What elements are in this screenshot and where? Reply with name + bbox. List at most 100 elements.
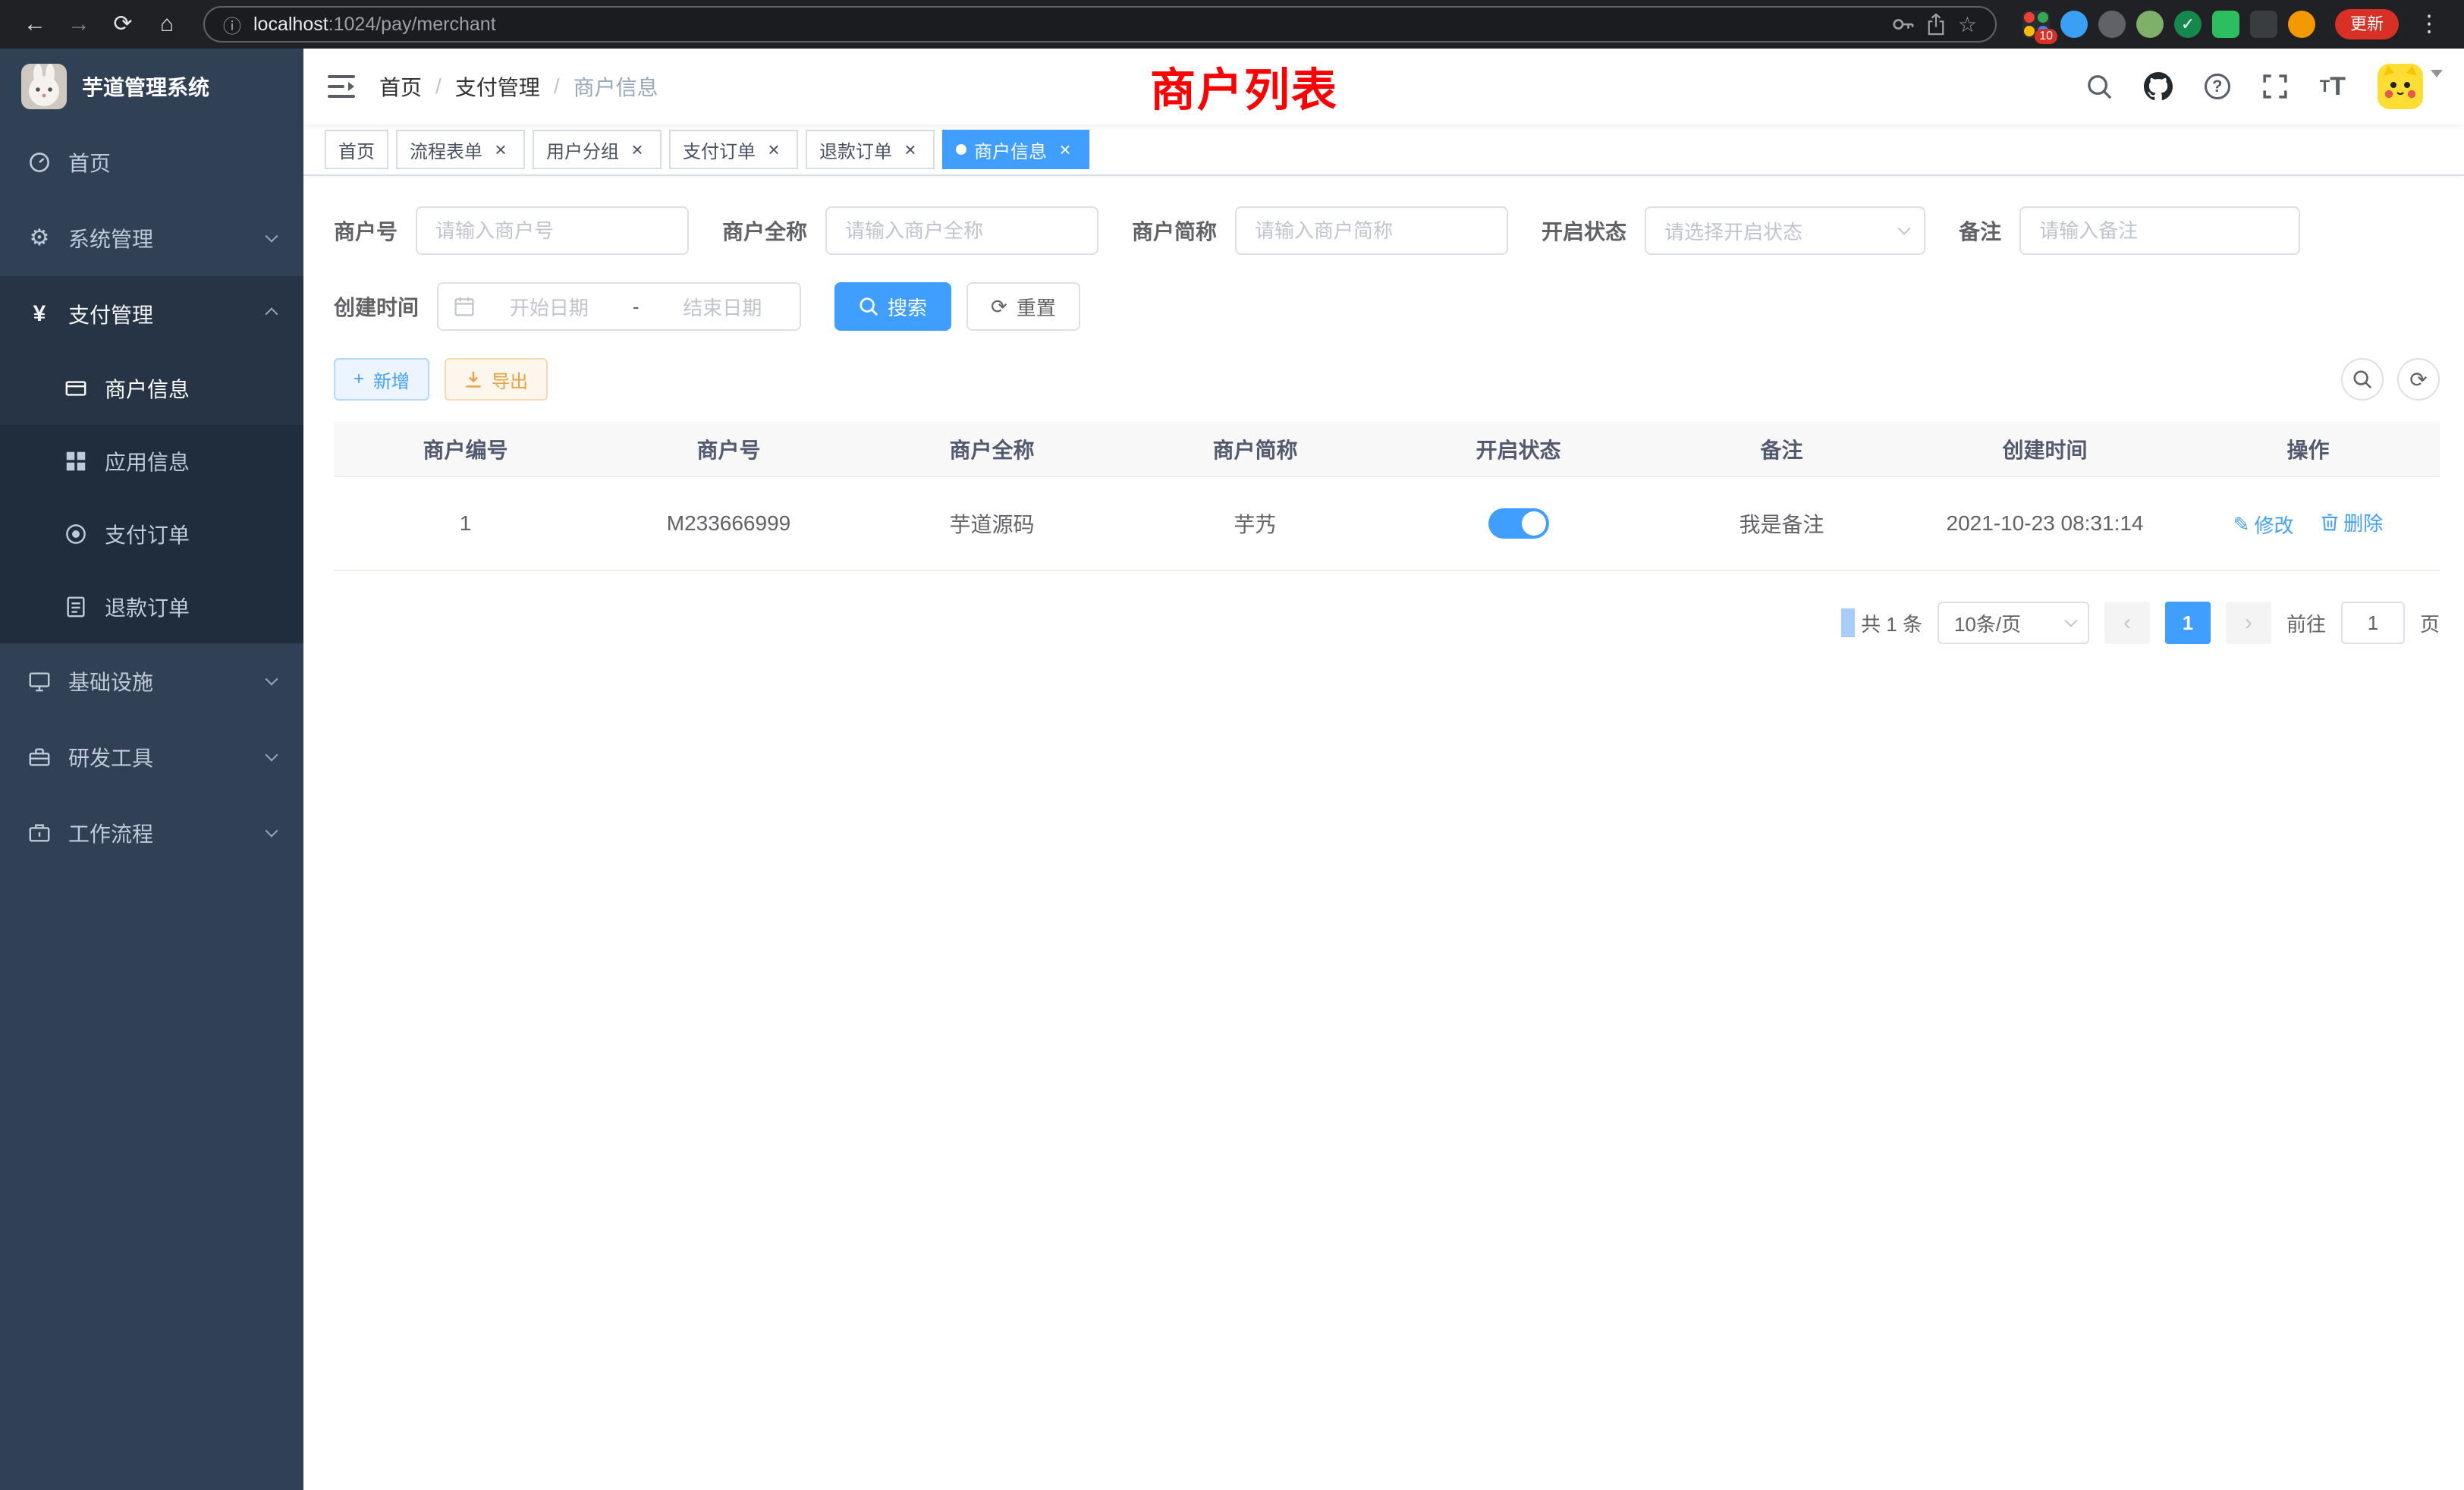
- merchant-no-input[interactable]: [416, 206, 689, 255]
- tab-process-form[interactable]: 流程表单 ×: [396, 130, 525, 169]
- extension-orange-avatar-icon[interactable]: [2288, 11, 2315, 38]
- filter-short-name: 商户简称: [1132, 206, 1508, 255]
- filter-label: 备注: [1959, 215, 2019, 246]
- tab-refund-order[interactable]: 退款订单 ×: [806, 130, 935, 169]
- browser-window: ← → ⟳ ⌂ ⓘ localhost:1024/pay/merchant ☆ …: [0, 0, 2464, 1490]
- site-info-icon[interactable]: ⓘ: [223, 11, 241, 38]
- search-button[interactable]: 搜索: [834, 282, 951, 331]
- breadcrumb: 首页 / 支付管理 / 商户信息: [379, 71, 658, 102]
- dot-red: [2024, 12, 2035, 23]
- reset-button[interactable]: ⟳ 重置: [966, 282, 1080, 331]
- tab-user-group[interactable]: 用户分组 ×: [533, 130, 662, 169]
- home-icon[interactable]: ⌂: [147, 5, 187, 44]
- select-placeholder: 请选择开启状态: [1664, 217, 1802, 245]
- key-icon[interactable]: [1891, 13, 1914, 36]
- close-icon[interactable]: ×: [763, 139, 784, 160]
- sidebar-item-pay-order[interactable]: 支付订单: [0, 498, 303, 571]
- page-size-select[interactable]: 10条/页: [1938, 602, 2089, 644]
- breadcrumb-home[interactable]: 首页: [379, 71, 422, 102]
- tab-pay-order[interactable]: 支付订单 ×: [669, 130, 798, 169]
- status-toggle[interactable]: [1488, 508, 1549, 539]
- back-icon[interactable]: ←: [15, 5, 55, 44]
- tab-merchant-info[interactable]: 商户信息 ×: [942, 130, 1089, 169]
- sidebar-item-home[interactable]: 首页: [0, 124, 303, 200]
- status-select[interactable]: 请选择开启状态: [1645, 206, 1925, 255]
- toggle-search-button[interactable]: [2341, 358, 2384, 401]
- app-logo[interactable]: 芋道管理系统: [0, 49, 303, 124]
- dashboard-icon: [27, 151, 52, 174]
- search-icon[interactable]: [2086, 74, 2112, 99]
- merchant-table: 商户编号 商户号 商户全称 商户简称 开启状态 备注 创建时间 操作 1: [334, 422, 2440, 571]
- sidebar-item-merchant-info[interactable]: 商户信息: [0, 352, 303, 425]
- date-range-picker[interactable]: 开始日期 - 结束日期: [437, 282, 801, 331]
- extension-avatar-icon[interactable]: [2136, 11, 2164, 38]
- user-avatar[interactable]: [2378, 64, 2423, 109]
- chevron-down-icon: [266, 749, 278, 762]
- goto-page-input[interactable]: [2341, 602, 2405, 644]
- caret-down-icon: [2431, 70, 2443, 83]
- cell-remark: 我是备注: [1650, 476, 1913, 571]
- forward-icon[interactable]: →: [59, 5, 99, 44]
- fullscreen-icon[interactable]: [2262, 74, 2288, 99]
- delete-label: 删除: [2343, 508, 2383, 536]
- close-icon[interactable]: ×: [490, 139, 511, 160]
- sidebar-item-workflow[interactable]: 工作流程: [0, 795, 303, 871]
- sidebar-item-app-info[interactable]: 应用信息: [0, 425, 303, 498]
- plus-icon: +: [354, 369, 364, 390]
- cell-created-at: 2021-10-23 08:31:14: [1913, 476, 2176, 571]
- edit-link[interactable]: ✎修改: [2233, 511, 2294, 539]
- sidebar-item-system[interactable]: ⚙ 系统管理: [0, 200, 303, 276]
- extension-check-icon[interactable]: ✓: [2174, 11, 2202, 38]
- sidebar-item-payment[interactable]: ¥ 支付管理: [0, 276, 303, 352]
- chevron-down-icon: [266, 673, 278, 686]
- page-size-value: 10条/页: [1954, 609, 2021, 637]
- delete-link[interactable]: 删除: [2321, 508, 2383, 536]
- download-icon: [464, 370, 482, 388]
- short-name-input[interactable]: [1235, 206, 1508, 255]
- help-icon[interactable]: ?: [2205, 74, 2230, 99]
- extension-blue-icon[interactable]: [2060, 11, 2088, 38]
- tab-home[interactable]: 首页: [325, 130, 388, 169]
- user-menu[interactable]: [2378, 64, 2443, 109]
- reload-icon[interactable]: ⟳: [103, 5, 143, 44]
- close-icon[interactable]: ×: [1054, 139, 1076, 160]
- extension-gray-icon[interactable]: [2098, 11, 2126, 38]
- prev-page-button[interactable]: ‹: [2104, 602, 2150, 644]
- logo-avatar: [21, 64, 67, 109]
- search-icon: [2352, 369, 2372, 389]
- breadcrumb-payment[interactable]: 支付管理: [455, 71, 540, 102]
- table-header: 商户编号 商户号 商户全称 商户简称 开启状态 备注 创建时间 操作: [334, 422, 2440, 476]
- sidebar-item-refund-order[interactable]: 退款订单: [0, 571, 303, 643]
- refresh-table-button[interactable]: ⟳: [2397, 358, 2440, 401]
- extension-colordots-icon[interactable]: 10: [2022, 11, 2050, 38]
- credit-card-icon: [64, 377, 88, 400]
- monitor-icon: [27, 670, 52, 693]
- github-icon[interactable]: [2144, 72, 2173, 101]
- breadcrumb-current: 商户信息: [574, 71, 658, 102]
- export-button[interactable]: 导出: [445, 358, 548, 401]
- bookmark-star-icon[interactable]: ☆: [1958, 12, 1977, 37]
- browser-menu-icon[interactable]: ⋮: [2409, 5, 2449, 44]
- hamburger-icon[interactable]: [303, 75, 379, 98]
- sidebar-item-infrastructure[interactable]: 基础设施: [0, 643, 303, 719]
- extension-pin-icon[interactable]: [2250, 11, 2277, 38]
- address-bar[interactable]: ⓘ localhost:1024/pay/merchant ☆: [203, 6, 1997, 42]
- table-header-row: 商户编号 商户号 商户全称 商户简称 开启状态 备注 创建时间 操作: [334, 422, 2440, 476]
- next-page-button[interactable]: ›: [2226, 602, 2271, 644]
- filter-remark: 备注: [1959, 206, 2300, 255]
- page-1-button[interactable]: 1: [2165, 602, 2211, 644]
- remark-input[interactable]: [2019, 206, 2300, 255]
- full-name-input[interactable]: [825, 206, 1098, 255]
- extension-note-icon[interactable]: [2212, 11, 2239, 38]
- close-icon[interactable]: ×: [627, 139, 648, 160]
- close-icon[interactable]: ×: [900, 139, 921, 160]
- share-icon[interactable]: [1926, 13, 1946, 36]
- sidebar-item-devtools[interactable]: 研发工具: [0, 719, 303, 795]
- filter-row-2: 创建时间 开始日期 - 结束日期 搜索 ⟳ 重置: [334, 282, 2440, 331]
- edit-label: 修改: [2254, 511, 2293, 539]
- goto-label: 前往: [2286, 609, 2326, 637]
- font-size-icon[interactable]: TT: [2320, 72, 2346, 102]
- add-button[interactable]: + 新增: [334, 358, 429, 401]
- browser-update-button[interactable]: 更新: [2335, 9, 2399, 39]
- grid-icon: [64, 451, 88, 472]
